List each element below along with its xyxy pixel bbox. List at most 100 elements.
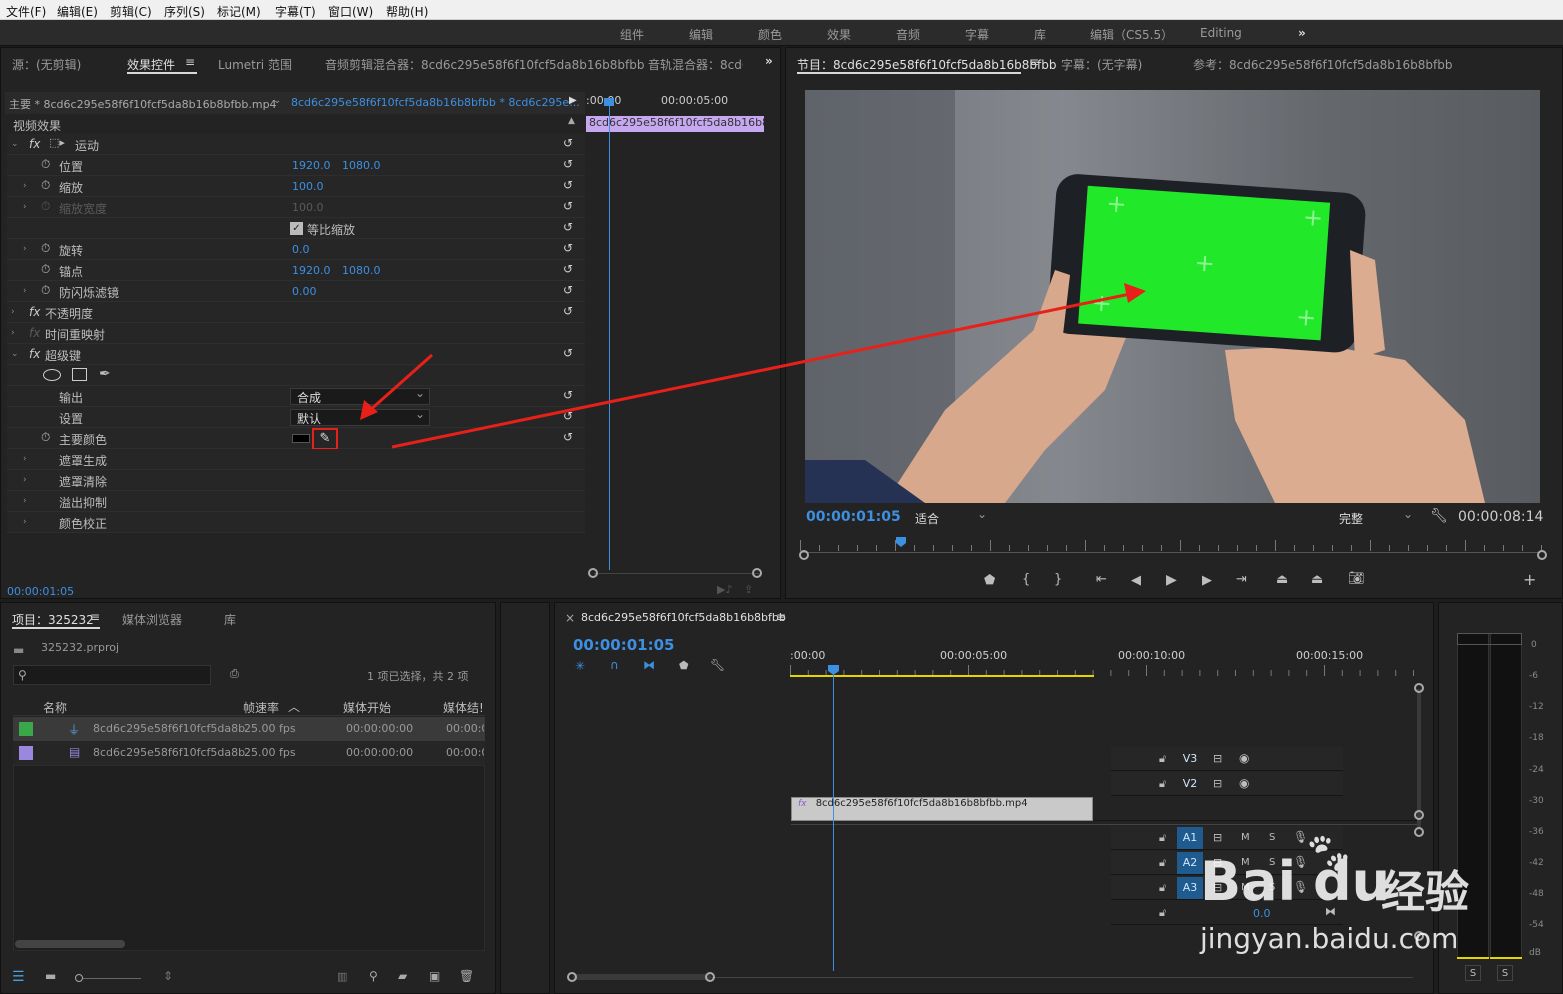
ws-editing[interactable]: 编辑 bbox=[689, 26, 713, 43]
ec-play-audio-icon[interactable]: ▶♪ bbox=[717, 583, 732, 596]
mute-button[interactable]: M bbox=[1241, 832, 1250, 843]
project-hscroll[interactable] bbox=[15, 940, 125, 948]
add-marker-icon[interactable]: ⬟ bbox=[984, 573, 995, 588]
anchor-x-value[interactable]: 1920.0 bbox=[292, 264, 331, 277]
ec-clip-bar[interactable]: 8cd6c295e58f6f10fcf5da8b16b8bfbb bbox=[586, 116, 764, 132]
item-name[interactable]: 8cd6c295e58f6f10fcf5da8b bbox=[93, 746, 245, 759]
program-scrubber[interactable] bbox=[800, 552, 1540, 553]
hscroll-handle-right[interactable] bbox=[705, 972, 715, 982]
hscroll-handle-left[interactable] bbox=[567, 972, 577, 982]
tab-media-browser[interactable]: 媒体浏览器 bbox=[122, 611, 182, 628]
tab-sequence[interactable]: 8cd6c295e58f6f10fcf5da8b16b8bfbb bbox=[581, 611, 786, 624]
menu-help[interactable]: 帮助(H) bbox=[386, 3, 428, 20]
rotation-value[interactable]: 0.0 bbox=[292, 243, 310, 256]
position-x-value[interactable]: 1920.0 bbox=[292, 159, 331, 172]
ws-assembly[interactable]: 组件 bbox=[620, 26, 644, 43]
rectangle-mask-icon[interactable] bbox=[72, 368, 87, 381]
video-vscroll[interactable] bbox=[1417, 689, 1421, 829]
master-volume[interactable]: 0.0 bbox=[1253, 907, 1271, 920]
key-color-swatch[interactable] bbox=[292, 434, 310, 443]
sync-lock-icon[interactable]: ⊟ bbox=[1213, 856, 1222, 869]
reset-icon[interactable]: ↺ bbox=[563, 241, 573, 255]
menu-title[interactable]: 字幕(T) bbox=[275, 3, 316, 20]
tab-effect-controls[interactable]: 效果控件 bbox=[127, 56, 175, 73]
stopwatch-icon[interactable]: ⏱ bbox=[41, 178, 50, 193]
ec-timecode[interactable]: 00:00:01:05 bbox=[7, 585, 74, 598]
tab-source[interactable]: 源：(无剪辑) bbox=[12, 56, 81, 73]
output-select[interactable]: 合成 bbox=[290, 386, 430, 405]
col-media-end[interactable]: 媒体结! bbox=[443, 699, 485, 716]
tab-reference[interactable]: 参考：8cd6c295e58f6f10fcf5da8b16b8bfbb bbox=[1193, 56, 1453, 73]
expand-icon[interactable]: › bbox=[11, 307, 15, 317]
scale-value[interactable]: 100.0 bbox=[292, 180, 324, 193]
work-area-bar[interactable] bbox=[790, 675, 1094, 677]
tab-project[interactable]: 项目：325232 bbox=[12, 611, 94, 628]
zoom-slider[interactable] bbox=[83, 978, 141, 979]
menu-file[interactable]: 文件(F) bbox=[6, 3, 46, 20]
timeline-hscroll-thumb[interactable] bbox=[573, 974, 711, 980]
add-marker-icon[interactable]: ⬟ bbox=[679, 659, 689, 672]
master-clip-label[interactable]: 主要 * 8cd6c295e58f6f10fcf5da8b16b8bfbb.mp… bbox=[9, 96, 277, 112]
anchor-y-value[interactable]: 1080.0 bbox=[342, 264, 381, 277]
sync-lock-icon[interactable]: ⊟ bbox=[1213, 831, 1222, 844]
ws-audio[interactable]: 音频 bbox=[896, 26, 920, 43]
step-forward-icon[interactable]: ▶︎ bbox=[1202, 573, 1212, 588]
new-item-icon[interactable]: ▣ bbox=[429, 969, 440, 983]
ec-zoom-handle-left[interactable] bbox=[588, 568, 598, 578]
reset-icon[interactable]: ↺ bbox=[563, 136, 573, 150]
menu-sequence[interactable]: 序列(S) bbox=[164, 3, 205, 20]
motion-transform-icon[interactable]: ⬚▸ bbox=[49, 136, 65, 149]
setting-select[interactable]: 默认 bbox=[290, 407, 430, 426]
icon-view-icon[interactable]: ▬ bbox=[45, 969, 56, 983]
meter-solo-left[interactable]: S bbox=[1465, 965, 1481, 981]
vscroll-handle[interactable] bbox=[1414, 683, 1424, 693]
microphone-icon[interactable]: 🎙︎ bbox=[1293, 855, 1308, 869]
expand-icon[interactable]: ⌄ bbox=[11, 349, 19, 359]
more-workspaces-icon[interactable]: » bbox=[1298, 26, 1306, 40]
stopwatch-icon[interactable]: ⏱ bbox=[41, 430, 50, 445]
item-name[interactable]: 8cd6c295e58f6f10fcf5da8b bbox=[93, 722, 245, 735]
menu-marker[interactable]: 标记(M) bbox=[217, 3, 261, 20]
meter-solo-right[interactable]: S bbox=[1497, 965, 1513, 981]
sync-lock-icon[interactable]: ⊟ bbox=[1213, 881, 1222, 894]
play-only-icon[interactable]: ▶ bbox=[569, 95, 577, 106]
project-row[interactable]: ⏚ 8cd6c295e58f6f10fcf5da8b 25.00 fps 00:… bbox=[13, 717, 485, 741]
ellipse-mask-icon[interactable] bbox=[43, 369, 61, 381]
reset-icon[interactable]: ↺ bbox=[563, 220, 573, 234]
fx-icon[interactable]: fx bbox=[29, 137, 40, 151]
stopwatch-icon[interactable]: ⏱ bbox=[41, 283, 50, 298]
reset-icon[interactable]: ↺ bbox=[563, 178, 573, 192]
tab-track-mixer[interactable]: 音轨混合器：8cd6 bbox=[648, 56, 743, 73]
tab-menu-icon[interactable]: ≡ bbox=[776, 610, 786, 624]
solo-button[interactable]: S bbox=[1269, 857, 1275, 868]
expand-icon[interactable]: › bbox=[23, 244, 27, 254]
menu-clip[interactable]: 剪辑(C) bbox=[110, 3, 152, 20]
close-tab-icon[interactable]: × bbox=[565, 611, 575, 625]
expand-icon[interactable]: › bbox=[23, 181, 27, 191]
ec-playhead[interactable] bbox=[609, 100, 610, 570]
menu-edit[interactable]: 编辑(E) bbox=[57, 3, 98, 20]
extract-icon[interactable]: ⏏︎ bbox=[1311, 572, 1323, 587]
program-zoom-right[interactable] bbox=[1537, 550, 1547, 560]
menu-window[interactable]: 窗口(W) bbox=[328, 3, 373, 20]
ws-libraries[interactable]: 库 bbox=[1034, 26, 1046, 43]
play-icon[interactable]: ▶︎ bbox=[1166, 572, 1177, 588]
tab-library[interactable]: 库 bbox=[224, 611, 236, 628]
reset-icon[interactable]: ↺ bbox=[563, 157, 573, 171]
fit-select[interactable]: 适合 bbox=[908, 507, 992, 526]
stopwatch-icon[interactable]: ⏱ bbox=[41, 157, 50, 172]
automate-icon[interactable]: ▥ bbox=[337, 970, 347, 983]
tab-menu-icon[interactable]: ≡ bbox=[185, 55, 195, 69]
pen-mask-icon[interactable]: ✒ bbox=[99, 366, 111, 382]
timeline-playhead[interactable] bbox=[833, 669, 834, 971]
reset-icon[interactable]: ↺ bbox=[563, 283, 573, 297]
solo-button[interactable]: S bbox=[1269, 832, 1275, 843]
track-target-v3[interactable]: V3 bbox=[1177, 748, 1203, 770]
reset-icon[interactable]: ↺ bbox=[563, 262, 573, 276]
lock-icon[interactable]: 🔓︎ bbox=[1159, 906, 1166, 920]
sequence-clip-label[interactable]: 8cd6c295e58f6f10fcf5da8b16b8bfbb * 8cd6c… bbox=[291, 96, 580, 109]
sync-lock-icon[interactable]: ⊟ bbox=[1213, 752, 1222, 765]
track-target-a2[interactable]: A2 bbox=[1177, 852, 1203, 874]
step-back-icon[interactable]: ◀︎ bbox=[1131, 573, 1141, 588]
reset-icon[interactable]: ↺ bbox=[563, 388, 573, 402]
